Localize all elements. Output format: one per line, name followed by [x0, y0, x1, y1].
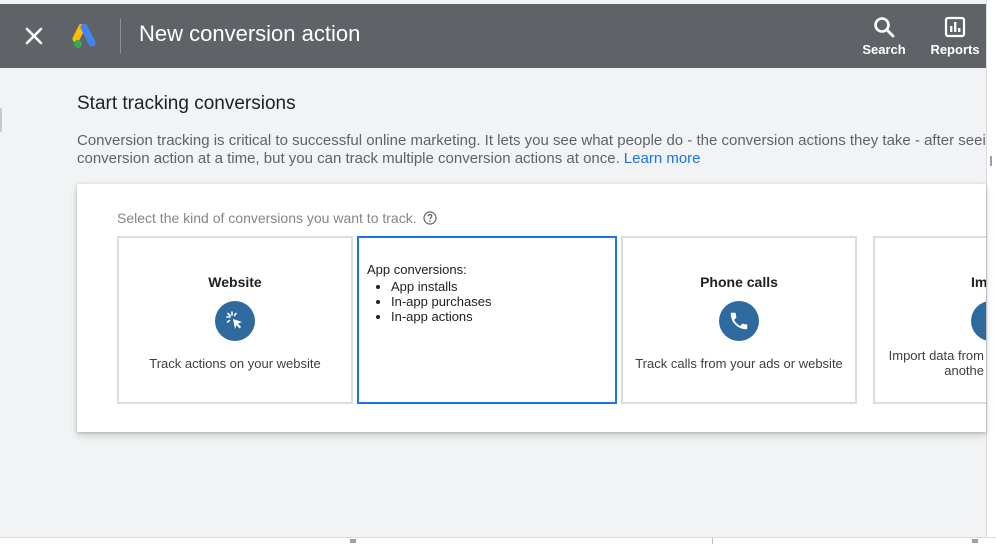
close-icon	[25, 27, 43, 45]
phone-icon	[730, 312, 748, 330]
window-edge-left	[0, 108, 2, 132]
app-card-list: App installs In-app purchases In-app act…	[367, 279, 491, 324]
top-app-bar: New conversion action Search Reports	[0, 4, 986, 68]
import-card-title: Im	[971, 274, 986, 290]
reports-button[interactable]: Reports	[928, 16, 982, 62]
website-icon-circle	[215, 301, 255, 341]
import-icon	[981, 311, 986, 331]
page-title: New conversion action	[139, 21, 361, 46]
search-label: Search	[862, 42, 906, 57]
conversion-type-panel: Select the kind of conversions you want …	[77, 184, 986, 432]
website-card[interactable]: Website Track actions on your website	[117, 236, 353, 404]
phone-calls-card[interactable]: Phone calls Track calls from your ads or…	[621, 236, 857, 404]
conversion-type-prompt: Select the kind of conversions you want …	[117, 210, 437, 226]
import-icon-circle	[971, 301, 986, 341]
app-list-item: App installs	[391, 279, 491, 294]
google-ads-logo	[72, 24, 96, 48]
learn-more-link[interactable]: Learn more	[624, 150, 701, 167]
phone-card-description: Track calls from your ads or website	[635, 356, 843, 371]
header-divider	[120, 18, 121, 54]
bar-chart-icon	[944, 16, 966, 38]
description-line-2-text: conversion action at a time, but you can…	[77, 150, 620, 167]
prompt-text: Select the kind of conversions you want …	[117, 210, 417, 226]
search-button[interactable]: Search	[860, 16, 908, 62]
import-card-description: Import data from anothe	[884, 348, 984, 378]
import-desc-line-1: Import data from	[888, 348, 984, 363]
website-card-description: Track actions on your website	[149, 356, 321, 371]
phone-icon-circle	[719, 301, 759, 341]
description-line-1: Conversion tracking is critical to succe…	[77, 132, 986, 149]
phone-card-title: Phone calls	[700, 274, 778, 290]
close-button[interactable]	[20, 22, 48, 50]
app-card-title: App conversions:	[367, 262, 467, 277]
description-line-2: conversion action at a time, but you can…	[77, 150, 986, 168]
help-circle-icon[interactable]	[423, 211, 437, 225]
import-card[interactable]: Im Import data from anothe	[873, 236, 986, 404]
app-list-item: In-app actions	[391, 309, 491, 324]
search-icon	[874, 17, 895, 38]
description-text: Conversion tracking is critical to succe…	[77, 132, 986, 168]
section-title: Start tracking conversions	[77, 93, 296, 114]
website-card-title: Website	[208, 274, 262, 290]
cursor-click-icon	[226, 311, 242, 329]
import-desc-line-2: anothe	[944, 363, 984, 378]
app-card[interactable]: App conversions: App installs In-app pur…	[357, 236, 617, 404]
app-list-item: In-app purchases	[391, 294, 491, 309]
vertical-scrollbar[interactable]	[986, 0, 996, 543]
reports-label: Reports	[930, 42, 980, 57]
